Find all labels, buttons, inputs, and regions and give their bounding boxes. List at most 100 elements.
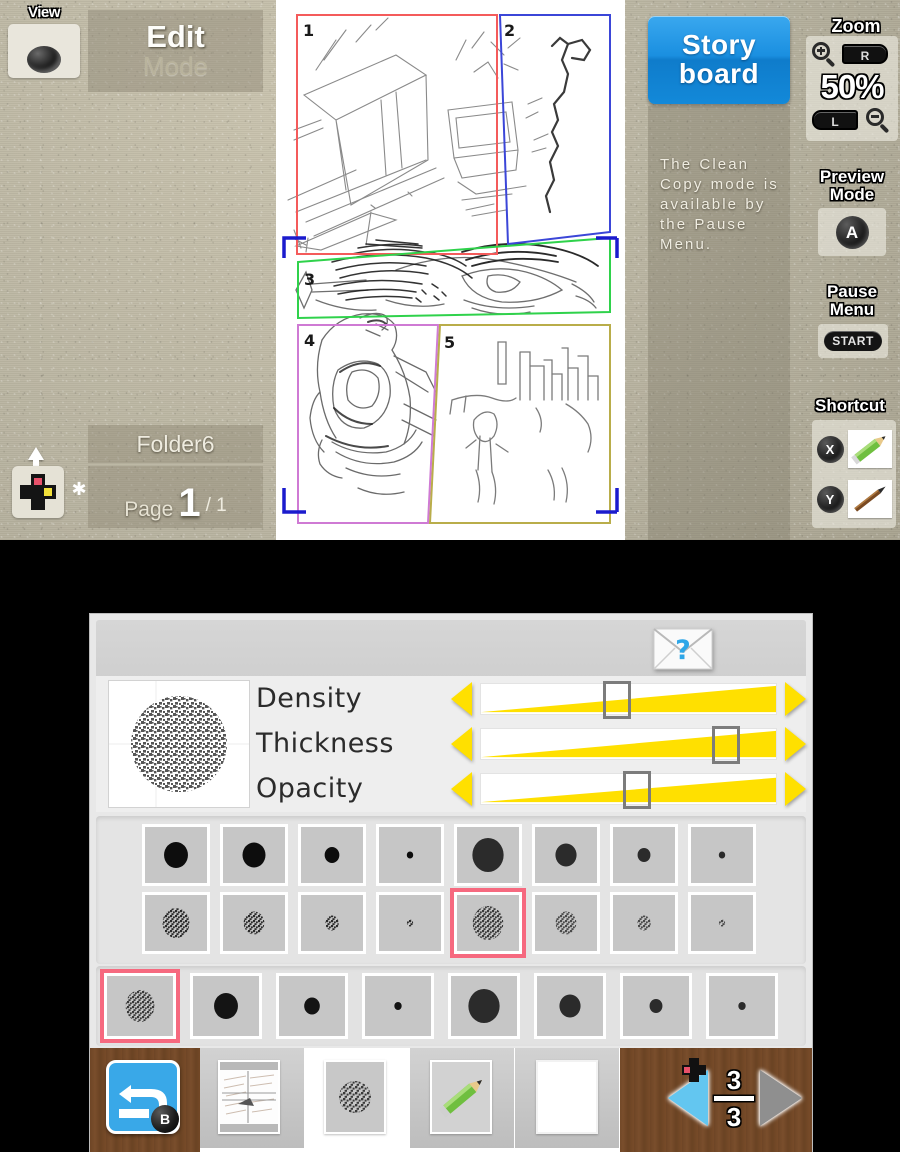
storyboard-tab-line2: board [678, 58, 760, 89]
svg-text:2: 2 [504, 21, 515, 40]
pause-menu-line1: Pause [826, 282, 878, 301]
brush-cell[interactable] [142, 892, 210, 954]
brush-settings-panel: Density Thickness Opacity [96, 676, 806, 812]
mode-subtitle: Mode [142, 51, 209, 82]
brush-cell[interactable] [532, 824, 600, 886]
pause-menu-control[interactable]: START [818, 324, 888, 358]
l-button-key[interactable]: L [812, 110, 858, 130]
brush-cell[interactable] [688, 892, 756, 954]
density-increase-arrow[interactable] [785, 681, 806, 716]
y-button-icon[interactable]: Y [816, 485, 844, 513]
brush-cell[interactable] [532, 892, 600, 954]
density-slider-track[interactable] [480, 680, 777, 719]
start-button-key[interactable]: START [824, 331, 882, 351]
game-screenshot-root: View Edit Mode Folder6 Page 1 / 1 ✱ 1 2 … [0, 0, 900, 1152]
mode-title: Edit [146, 19, 205, 55]
brush-cell[interactable] [220, 824, 288, 886]
brush-cell[interactable] [298, 824, 366, 886]
prev-page-button[interactable] [668, 1058, 708, 1126]
thickness-slider-knob[interactable] [711, 725, 740, 764]
brush-slot-icon[interactable] [324, 1060, 386, 1134]
brush-cell[interactable] [534, 973, 606, 1039]
brush-cell[interactable] [706, 973, 778, 1039]
brush-cell[interactable] [362, 973, 434, 1039]
dpad-red-marker-icon [684, 1067, 690, 1073]
dpad-hint-box[interactable] [12, 466, 64, 518]
recent-brush-strip [96, 966, 806, 1046]
b-button-icon: B [151, 1105, 179, 1133]
opacity-slider-track[interactable] [480, 770, 777, 809]
page-thumbnail-icon[interactable] [218, 1060, 280, 1134]
page-fraction: 3 3 [714, 1067, 754, 1130]
setting-row-thickness: Thickness [256, 721, 806, 766]
brush-cell[interactable] [620, 973, 692, 1039]
brush-cell[interactable] [450, 888, 526, 958]
bottom-toolbar: B 3 3 [90, 1048, 812, 1152]
sparkle-icon: ✱ [71, 479, 87, 499]
setting-row-density: Density [256, 676, 806, 721]
brush-cell[interactable] [276, 973, 348, 1039]
page-total: / 1 [205, 495, 227, 516]
brush-cell[interactable] [610, 824, 678, 886]
density-decrease-arrow[interactable] [451, 681, 472, 716]
storyboard-page[interactable]: 1 2 3 4 5 [276, 0, 625, 540]
bottom-screen: ? Density Thickness Opacity B 3 3 [90, 614, 812, 1152]
density-slider-knob[interactable] [602, 680, 631, 719]
svg-text:?: ? [675, 635, 691, 666]
brush-cell[interactable] [100, 969, 180, 1043]
thickness-decrease-arrow[interactable] [451, 726, 472, 761]
preview-mode-line2: Mode [829, 184, 875, 204]
brush-cell[interactable] [142, 824, 210, 886]
green-pencil-icon[interactable] [847, 430, 892, 468]
brush-cell[interactable] [298, 892, 366, 954]
shortcut-title: Shortcut [815, 396, 885, 415]
storyboard-tab[interactable]: Story board [648, 16, 790, 104]
white-color-swatch-icon[interactable] [536, 1060, 598, 1134]
dpad-icon [682, 1058, 706, 1082]
magnifier-minus-icon[interactable] [866, 108, 890, 134]
brush-cell[interactable] [610, 892, 678, 954]
magnifier-plus-icon[interactable] [812, 42, 836, 68]
brush-cell[interactable] [190, 973, 262, 1039]
page-plaque: Page 1 / 1 [88, 466, 263, 528]
brush-cell[interactable] [454, 824, 522, 886]
brush-cell[interactable] [688, 824, 756, 886]
opacity-slider-knob[interactable] [623, 770, 652, 809]
brush-cell[interactable] [376, 824, 444, 886]
undo-button[interactable]: B [106, 1060, 180, 1134]
brush-cell[interactable] [376, 892, 444, 954]
svg-text:4: 4 [304, 331, 315, 350]
storyboard-artwork: 1 2 3 4 5 [276, 0, 625, 540]
thickness-label: Thickness [256, 728, 394, 759]
pause-menu-line2: Menu [829, 299, 875, 319]
view-button[interactable] [8, 24, 80, 78]
x-button-icon[interactable]: X [816, 435, 844, 463]
opacity-increase-arrow[interactable] [785, 771, 806, 806]
r-button-key[interactable]: R [842, 44, 888, 64]
svg-text:3: 3 [304, 270, 315, 289]
zoom-title: Zoom [831, 16, 881, 36]
shortcut-slot-y[interactable]: Y [816, 480, 892, 518]
next-page-button[interactable] [760, 1070, 802, 1126]
page-fraction-numerator: 3 [726, 1064, 742, 1095]
brush-preview-swatch [108, 680, 250, 808]
brush-cell[interactable] [220, 892, 288, 954]
folder-name: Folder6 [136, 430, 215, 457]
brush-cell[interactable] [448, 973, 520, 1039]
shortcut-control[interactable]: X Y [812, 420, 896, 528]
a-button-icon[interactable]: A [835, 215, 869, 249]
brush-grid-row-2 [142, 888, 806, 958]
opacity-decrease-arrow[interactable] [451, 771, 472, 806]
mode-plaque: Edit Mode [88, 10, 263, 92]
green-pencil-icon[interactable] [430, 1060, 492, 1134]
storyboard-tab-line1: Story [681, 29, 757, 61]
preview-mode-control[interactable]: A [818, 208, 886, 256]
thickness-slider-track[interactable] [480, 725, 777, 764]
shortcut-slot-x[interactable]: X [816, 430, 892, 468]
density-label: Density [256, 683, 363, 714]
envelope-question-icon[interactable]: ? [653, 628, 713, 670]
brown-pen-icon[interactable] [847, 480, 892, 518]
dpad-icon [20, 474, 56, 510]
thickness-increase-arrow[interactable] [785, 726, 806, 761]
brush-grid-row-1 [142, 824, 806, 886]
